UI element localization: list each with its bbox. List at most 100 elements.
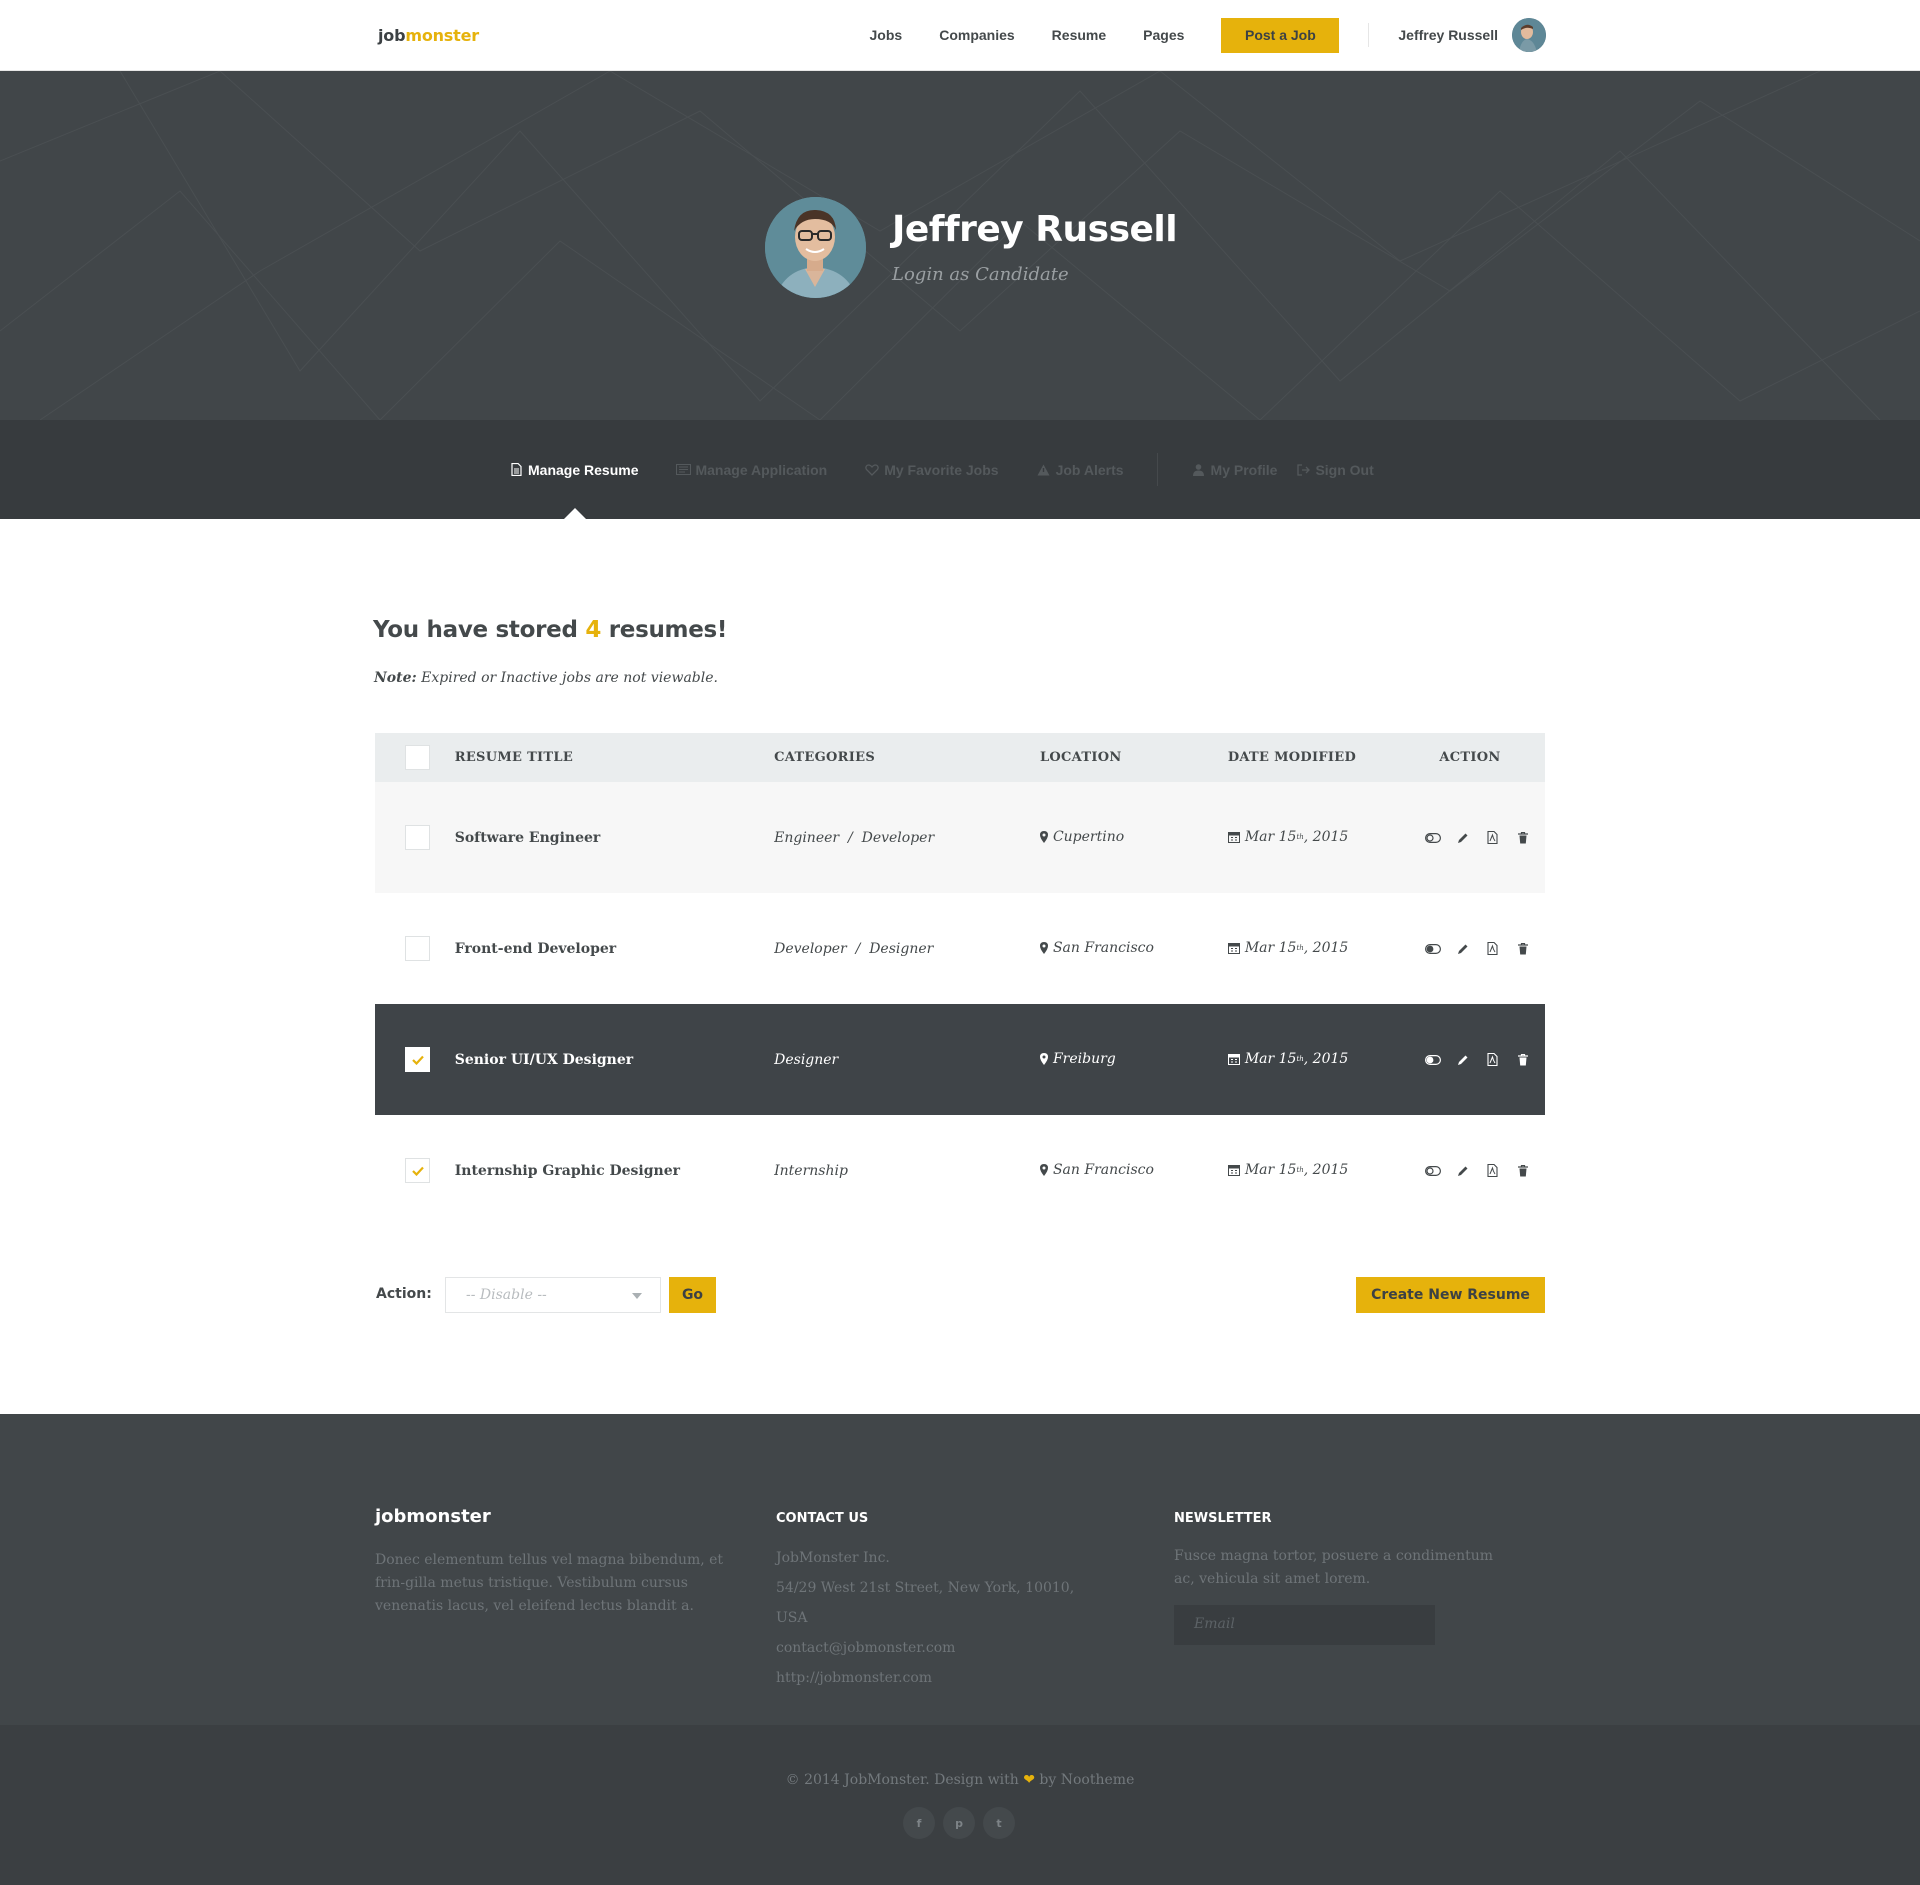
facebook-icon[interactable]: f [903,1807,935,1839]
resume-count-heading: You have stored 4 resumes! [373,617,727,643]
action-label: Action: [376,1286,432,1302]
trash-icon[interactable] [1515,1163,1531,1179]
nav-pages[interactable]: Pages [1143,27,1184,43]
newsletter-text: Fusce magna tortor, posuere a condimentu… [1174,1548,1494,1587]
date-year: , 2015 [1303,1050,1349,1067]
resume-location: San Francisco [1039,940,1154,956]
copyright-after: by Nootheme [1034,1772,1135,1788]
row-checkbox-checked[interactable] [405,1158,430,1183]
contact-company: JobMonster Inc. [776,1550,890,1566]
resume-title[interactable]: Software Engineer [454,782,775,893]
contact-address: 54/29 West 21st Street, New York, 10010,… [776,1580,1075,1626]
table-row: Front-end Developer Developer / Designer… [375,893,1545,1004]
calendar-icon [1227,942,1240,954]
resume-title[interactable]: Internship Graphic Designer [455,1115,774,1226]
newsletter-heading: NEWSLETTER [1174,1511,1272,1526]
tab-manage-resume[interactable]: Manage Resume [508,462,638,478]
note-text: Expired or Inactive jobs are not viewabl… [416,670,718,686]
date-year: , 2015 [1303,828,1349,845]
bulk-action-bar: Action: -- Disable -- Go Create New Resu… [375,1277,1545,1313]
tab-my-profile[interactable]: My Profile [1191,462,1277,478]
resume-title[interactable]: Front-end Developer [455,893,774,1004]
row-actions [1395,830,1545,846]
note-label: Note: [374,670,417,686]
tab-label: Manage Application [695,461,828,478]
nav-jobs[interactable]: Jobs [870,27,903,43]
col-header-categories[interactable]: CATEGORIES [774,733,1040,782]
footer: jobmonster Donec elementum tellus vel ma… [0,1414,1920,1725]
tab-label: Manage Resume [528,461,639,478]
sign-out-icon [1295,463,1311,477]
edit-pencil-icon[interactable] [1455,941,1471,957]
post-job-button[interactable]: Post a Job [1221,17,1340,53]
trash-icon[interactable] [1515,941,1531,957]
resume-categories: Internship [774,1162,848,1179]
nav-divider [1368,23,1370,47]
row-checkbox-checked[interactable] [405,1047,430,1072]
trash-icon[interactable] [1515,1052,1531,1068]
edit-pencil-icon[interactable] [1455,1163,1471,1179]
user-name[interactable]: Jeffrey Russell [1398,27,1498,43]
check-icon [411,1055,424,1065]
resume-location: San Francisco [1039,1161,1154,1178]
newsletter-email-input[interactable]: Email [1174,1605,1435,1645]
contact-website-link[interactable]: http://jobmonster.com [776,1663,1106,1693]
tab-sign-out[interactable]: Sign Out [1295,461,1374,478]
resume-location: Freiburg [1039,1050,1116,1067]
profile-name: Jeffrey Russell [892,209,1178,250]
top-header: jobmonster Jobs Companies Resume Pages P… [0,0,1920,71]
col-header-location[interactable]: LOCATION [1039,733,1228,782]
user-avatar[interactable] [1512,18,1546,52]
footer-newsletter: NEWSLETTER Fusce magna tortor, posuere a… [1174,1414,1524,1645]
bulk-action-select[interactable]: -- Disable -- [445,1277,661,1313]
toggle-on-icon[interactable] [1424,941,1441,957]
pdf-download-icon[interactable] [1485,830,1501,846]
go-button[interactable]: Go [669,1277,716,1313]
resume-title[interactable]: Senior UI/UX Designer [454,1004,775,1115]
col-header-title[interactable]: RESUME TITLE [454,733,775,782]
location-text: Freiburg [1052,1050,1116,1067]
tab-label: Sign Out [1315,461,1374,478]
pdf-download-icon[interactable] [1485,1163,1501,1179]
row-actions [1395,941,1545,957]
resume-location: Cupertino [1039,829,1124,845]
row-checkbox[interactable] [405,825,430,850]
nav-resume[interactable]: Resume [1052,27,1106,43]
edit-pencil-icon[interactable] [1455,1052,1471,1068]
toggle-on-icon[interactable] [1424,1052,1441,1068]
logo[interactable]: jobmonster [378,26,479,45]
contact-email-link[interactable]: contact@jobmonster.com [776,1633,1106,1663]
toggle-off-icon[interactable] [1424,830,1441,846]
main-nav: Jobs Companies Resume Pages Post a Job J… [870,17,1546,53]
trash-icon[interactable] [1515,830,1531,846]
profile-avatar [765,197,866,298]
col-header-date[interactable]: DATE MODIFIED [1227,733,1395,782]
copyright-text: © 2014 JobMonster. Design with ❤ by Noot… [0,1772,1920,1788]
nav-companies[interactable]: Companies [939,27,1014,43]
tab-manage-application[interactable]: Manage Application [675,462,827,478]
map-pin-icon [1039,941,1048,954]
table-row: Software Engineer Engineer / Developer C… [375,782,1545,893]
tab-job-alerts[interactable]: Job Alerts [1036,462,1124,478]
table-row-selected: Senior UI/UX Designer Designer Freiburg … [375,1004,1545,1115]
footer-brand: jobmonster [375,1506,491,1527]
resume-date: Mar 15th, 2015 [1227,828,1349,845]
select-all-checkbox[interactable] [405,745,430,770]
map-pin-icon [1039,1052,1048,1065]
tab-label: Job Alerts [1055,461,1124,478]
tab-favorite-jobs[interactable]: My Favorite Jobs [864,462,999,478]
pdf-download-icon[interactable] [1485,941,1501,957]
location-text: San Francisco [1052,1161,1154,1178]
edit-pencil-icon[interactable] [1455,830,1471,846]
toggle-off-icon[interactable] [1424,1163,1441,1179]
pinterest-icon[interactable]: p [943,1807,975,1839]
table-header-row: RESUME TITLE CATEGORIES LOCATION DATE MO… [375,733,1545,782]
pdf-download-icon[interactable] [1485,1052,1501,1068]
logo-text-left: job [378,25,406,45]
tab-divider [1156,453,1158,486]
date-day: Mar 15 [1244,939,1297,956]
row-checkbox[interactable] [405,936,430,961]
twitter-icon[interactable]: t [983,1807,1015,1839]
create-new-resume-button[interactable]: Create New Resume [1356,1277,1545,1313]
col-header-action: ACTION [1394,733,1545,782]
